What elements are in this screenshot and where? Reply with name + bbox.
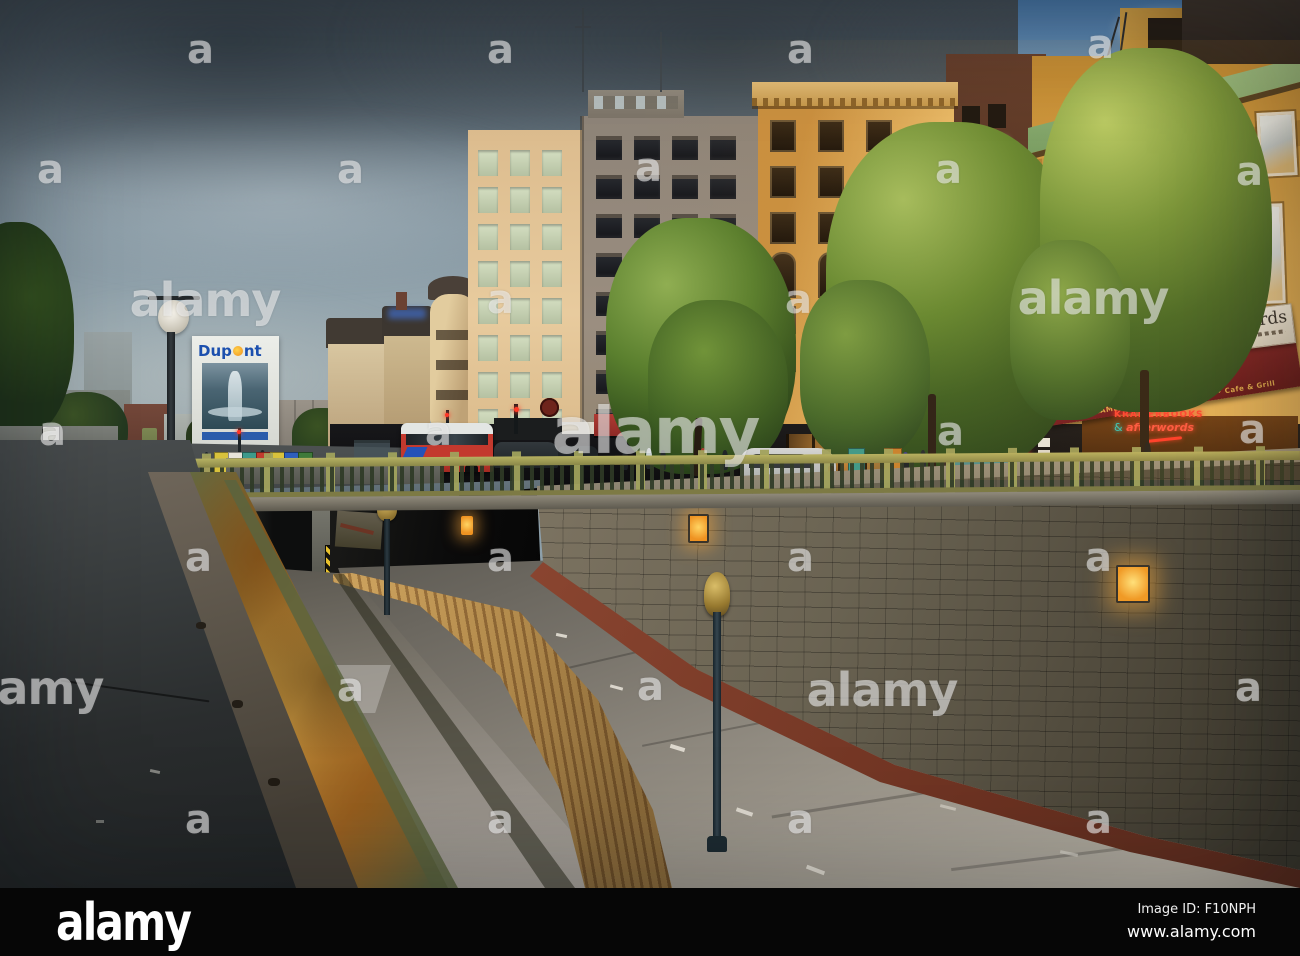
- window: [510, 261, 530, 287]
- ledge-bolt: [196, 622, 206, 629]
- tree: [1010, 240, 1130, 420]
- window: [478, 150, 498, 176]
- dupont-banner-footer: [202, 432, 268, 440]
- window: [710, 175, 736, 199]
- ledge-bolt: [268, 778, 280, 786]
- roof-graffiti: [388, 308, 426, 319]
- window: [478, 335, 498, 361]
- black-awning: [494, 418, 562, 440]
- red-signal: [237, 430, 241, 434]
- window: [596, 175, 622, 199]
- trench-lamp-pole: [713, 612, 721, 842]
- cornice-dentils: [752, 98, 958, 106]
- bridge-railing: [139, 444, 1300, 513]
- window: [672, 175, 698, 199]
- window: [510, 335, 530, 361]
- photo: Dupnt ANCHORAGE: [0, 0, 1300, 888]
- alamy-footer-bar: alamy Image ID: F10NPH www.alamy.com: [0, 888, 1300, 956]
- window: [478, 187, 498, 213]
- bus-window-band: [406, 434, 488, 445]
- tree: [648, 300, 788, 470]
- image-meta: Image ID: F10NPH www.alamy.com: [1127, 900, 1256, 945]
- window: [634, 136, 660, 160]
- kramer-neon-sign: KRAMERBOOKS & afterwords: [1114, 410, 1206, 444]
- window: [596, 214, 622, 238]
- tower-corner-shadow: [580, 116, 584, 464]
- red-signal: [445, 413, 449, 417]
- window: [542, 187, 562, 213]
- neon-arrow: [1147, 436, 1183, 443]
- window: [818, 166, 844, 198]
- window: [478, 224, 498, 250]
- maroon-circle-sign: [540, 398, 559, 417]
- window: [542, 261, 562, 287]
- window: [478, 298, 498, 324]
- window: [478, 261, 498, 287]
- alamy-logo: alamy: [56, 891, 192, 953]
- tunnel-lamp: [461, 516, 473, 535]
- window: [510, 150, 530, 176]
- white-storefront-sign: [562, 422, 594, 434]
- antenna-crossbar: [575, 26, 591, 28]
- window: [634, 175, 660, 199]
- image-id: Image ID: F10NPH: [1137, 901, 1256, 917]
- dupont-banner-title: Dup nt: [198, 342, 262, 360]
- trench-lamp-pole: [384, 519, 390, 615]
- trench-lamp-base: [707, 836, 727, 852]
- window: [510, 224, 530, 250]
- trench-lamp-globe: [704, 572, 730, 616]
- window: [770, 212, 796, 244]
- window: [478, 372, 498, 398]
- window: [818, 120, 844, 152]
- street-lamp-globe: [158, 300, 189, 334]
- dupont-banner: Dup nt: [192, 336, 279, 446]
- window: [542, 224, 562, 250]
- ledge-bolt: [232, 700, 243, 708]
- window: [542, 372, 562, 398]
- window: [510, 298, 530, 324]
- antenna-mast: [582, 8, 584, 92]
- roof-box: [1182, 0, 1300, 64]
- window: [770, 166, 796, 198]
- window: [672, 136, 698, 160]
- window: [596, 136, 622, 160]
- tree: [800, 280, 930, 460]
- alamy-url: www.alamy.com: [1127, 921, 1256, 941]
- beige-tower-left-windows: [478, 150, 578, 450]
- wall-lamp: [1116, 565, 1150, 603]
- neon-afterwords: afterwords: [1126, 421, 1194, 434]
- chimney: [396, 292, 407, 310]
- asphalt-debris: [96, 820, 104, 823]
- window: [542, 298, 562, 324]
- dupont-banner-photo: [202, 363, 268, 429]
- red-signal: [514, 407, 519, 412]
- fountain-basin: [208, 407, 262, 417]
- penthouse-windows: [594, 96, 678, 109]
- turret-windows: [436, 312, 470, 400]
- alamy-stock-photo-page: Dupnt ANCHORAGE: [0, 0, 1300, 956]
- window: [510, 372, 530, 398]
- window: [542, 335, 562, 361]
- window: [770, 120, 796, 152]
- antenna-mast: [660, 32, 662, 92]
- neon-ampersand: &: [1114, 421, 1123, 434]
- window: [510, 187, 530, 213]
- window: [542, 150, 562, 176]
- dupont-sun-dot: [232, 346, 243, 356]
- brick-window: [988, 104, 1006, 128]
- window: [710, 136, 736, 160]
- wall-lamp: [688, 514, 709, 543]
